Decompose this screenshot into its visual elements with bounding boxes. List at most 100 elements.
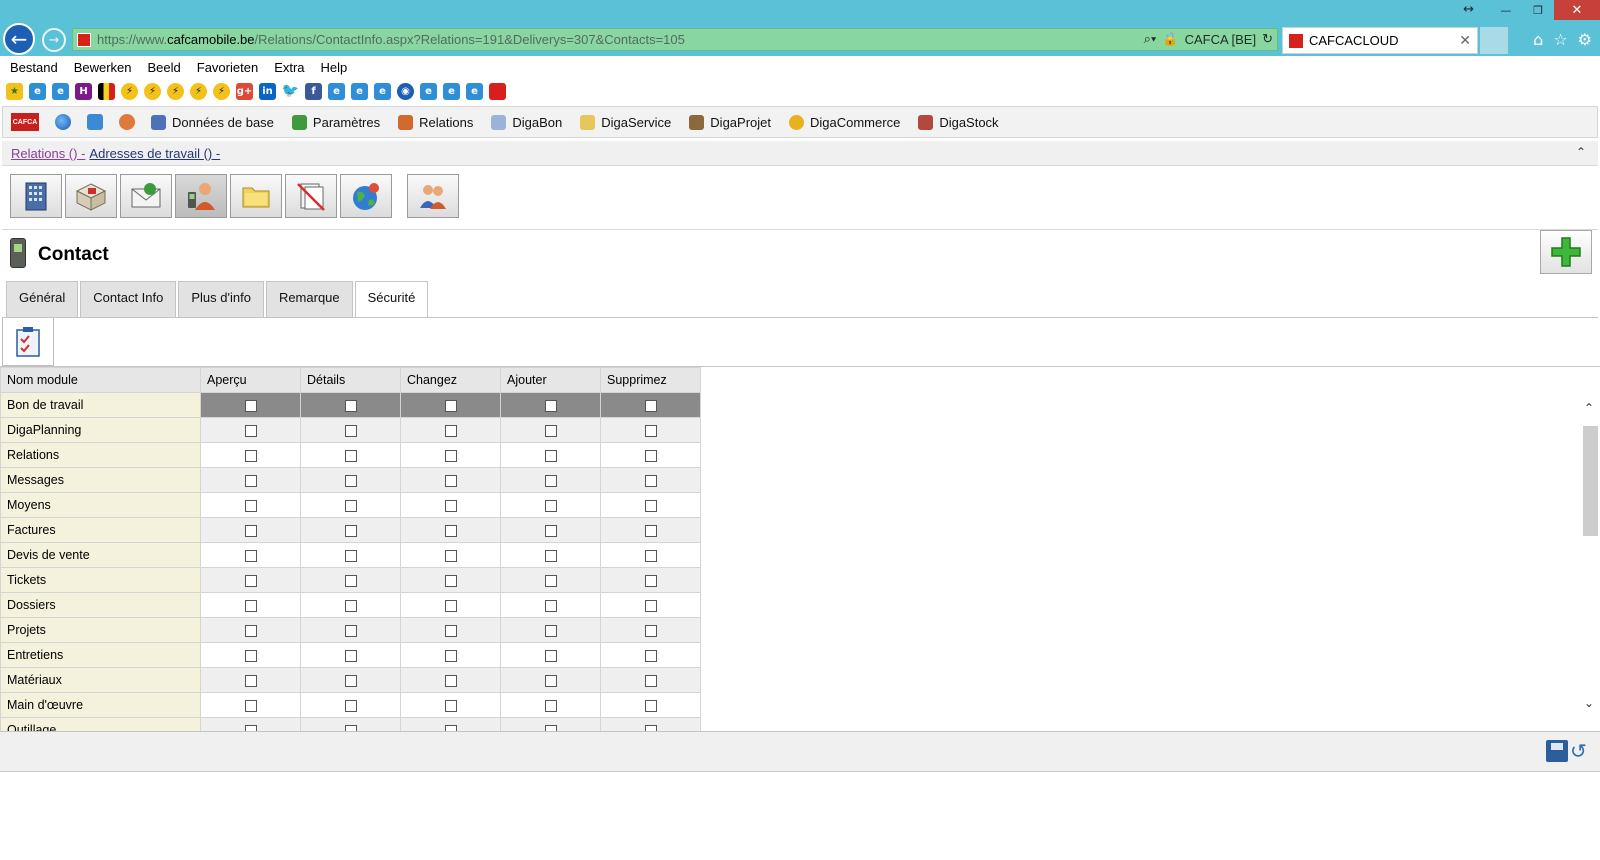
permission-checkbox[interactable]: [244, 724, 257, 731]
permission-checkbox[interactable]: [244, 399, 257, 412]
permission-checkbox[interactable]: [644, 674, 657, 687]
permission-checkbox[interactable]: [644, 474, 657, 487]
permission-checkbox[interactable]: [544, 399, 557, 412]
col-header-ajouter[interactable]: Ajouter: [500, 367, 601, 393]
address-bar[interactable]: https://www.cafcamobile.be/Relations/Con…: [72, 28, 1278, 51]
permission-checkbox[interactable]: [544, 724, 557, 731]
permission-checkbox[interactable]: [644, 424, 657, 437]
users-icon[interactable]: [407, 174, 459, 218]
tab-contact-info[interactable]: Contact Info: [80, 281, 177, 317]
permission-checkbox[interactable]: [444, 449, 457, 462]
permission-checkbox[interactable]: [444, 699, 457, 712]
globe-icon[interactable]: [55, 114, 71, 130]
linkedin-icon[interactable]: in: [259, 82, 276, 100]
star-icon[interactable]: ☆: [1553, 30, 1567, 49]
permission-checkbox[interactable]: [544, 424, 557, 437]
permission-checkbox[interactable]: [644, 724, 657, 731]
permission-checkbox[interactable]: [544, 674, 557, 687]
permission-checkbox[interactable]: [544, 574, 557, 587]
scroll-down-icon[interactable]: ⌄: [1584, 696, 1594, 710]
site-identity[interactable]: CAFCA [BE]: [1185, 32, 1257, 47]
permission-checkbox[interactable]: [644, 624, 657, 637]
permission-checkbox[interactable]: [644, 524, 657, 537]
permission-checkbox[interactable]: [244, 674, 257, 687]
permission-checkbox[interactable]: [444, 624, 457, 637]
permission-checkbox[interactable]: [444, 674, 457, 687]
permission-checkbox[interactable]: [544, 649, 557, 662]
permission-checkbox[interactable]: [344, 649, 357, 662]
menu-extra[interactable]: Extra: [274, 60, 304, 75]
twitter-icon[interactable]: 🐦: [282, 82, 299, 100]
add-favorite-icon[interactable]: ★: [6, 82, 23, 100]
appbar-relations[interactable]: Relations: [398, 114, 473, 130]
menu-bewerken[interactable]: Bewerken: [74, 60, 132, 75]
ie-link-icon[interactable]: e: [420, 82, 437, 100]
permission-checkbox[interactable]: [644, 399, 657, 412]
col-header-module[interactable]: Nom module: [0, 367, 201, 393]
sync-icon[interactable]: [87, 114, 103, 130]
permission-checkbox[interactable]: [444, 499, 457, 512]
appbar-digaservice[interactable]: DigaService: [580, 114, 671, 130]
permission-checkbox[interactable]: [244, 499, 257, 512]
permission-checkbox[interactable]: [644, 549, 657, 562]
lock-icon[interactable]: 🔒: [1162, 31, 1178, 47]
permission-checkbox[interactable]: [344, 449, 357, 462]
minimize-icon[interactable]: —: [1490, 0, 1522, 20]
permission-checkbox[interactable]: [244, 549, 257, 562]
gear-icon[interactable]: ⚙: [1578, 30, 1592, 49]
permission-checkbox[interactable]: [344, 724, 357, 731]
restore-icon[interactable]: ❐: [1522, 0, 1554, 20]
permission-checkbox[interactable]: [444, 524, 457, 537]
permission-checkbox[interactable]: [344, 549, 357, 562]
h-link-icon[interactable]: H: [75, 82, 92, 100]
permission-checkbox[interactable]: [644, 499, 657, 512]
undo-icon[interactable]: ↺: [1570, 739, 1592, 763]
menu-help[interactable]: Help: [321, 60, 348, 75]
permission-checkbox[interactable]: [344, 574, 357, 587]
permission-checkbox[interactable]: [544, 549, 557, 562]
permission-checkbox[interactable]: [344, 524, 357, 537]
save-icon[interactable]: [1546, 740, 1568, 762]
appbar-digaprojet[interactable]: DigaProjet: [689, 114, 771, 130]
tab-plus-d-info[interactable]: Plus d'info: [178, 281, 264, 317]
menu-beeld[interactable]: Beeld: [148, 60, 181, 75]
grid-scrollbar[interactable]: ⌃ ⌄: [1582, 367, 1599, 730]
col-header-supprimez[interactable]: Supprimez: [600, 367, 701, 393]
tab-securite[interactable]: Sécurité: [354, 281, 429, 318]
cafca-logo[interactable]: CAFCA: [11, 113, 39, 131]
ie-link-icon[interactable]: e: [443, 82, 460, 100]
permission-checkbox[interactable]: [344, 499, 357, 512]
permission-checkbox[interactable]: [244, 449, 257, 462]
permission-checkbox[interactable]: [444, 599, 457, 612]
new-tab-button[interactable]: [1480, 27, 1508, 54]
appbar-digastock[interactable]: DigaStock: [918, 114, 999, 130]
appbar-digacommerce[interactable]: DigaCommerce: [789, 114, 900, 130]
menu-favorieten[interactable]: Favorieten: [197, 60, 258, 75]
permission-checkbox[interactable]: [244, 524, 257, 537]
ie-link-icon[interactable]: e: [374, 82, 391, 100]
permission-checkbox[interactable]: [344, 599, 357, 612]
permission-checkbox[interactable]: [644, 649, 657, 662]
appbar-digabon[interactable]: DigaBon: [491, 114, 562, 130]
refresh-icon[interactable]: ↻: [1262, 31, 1273, 47]
home-icon[interactable]: ⌂: [1533, 30, 1543, 49]
radio-link-icon[interactable]: ⚡: [213, 82, 230, 100]
ie-link-icon[interactable]: e: [466, 82, 483, 100]
permission-checkbox[interactable]: [444, 574, 457, 587]
ie-link-icon[interactable]: e: [52, 82, 69, 100]
checklist-button[interactable]: [2, 318, 54, 366]
permission-checkbox[interactable]: [244, 474, 257, 487]
permission-checkbox[interactable]: [544, 699, 557, 712]
col-header-apercu[interactable]: Aperçu: [200, 367, 301, 393]
permission-checkbox[interactable]: [544, 599, 557, 612]
permission-checkbox[interactable]: [344, 399, 357, 412]
delivery-box-icon[interactable]: [65, 174, 117, 218]
appbar-parametres[interactable]: Paramètres: [291, 114, 380, 130]
permission-checkbox[interactable]: [644, 699, 657, 712]
radio-link-icon[interactable]: ⚡: [121, 82, 138, 100]
permission-checkbox[interactable]: [644, 574, 657, 587]
permission-checkbox[interactable]: [544, 624, 557, 637]
facebook-icon[interactable]: f: [305, 82, 322, 100]
permission-checkbox[interactable]: [444, 724, 457, 731]
permission-checkbox[interactable]: [344, 699, 357, 712]
